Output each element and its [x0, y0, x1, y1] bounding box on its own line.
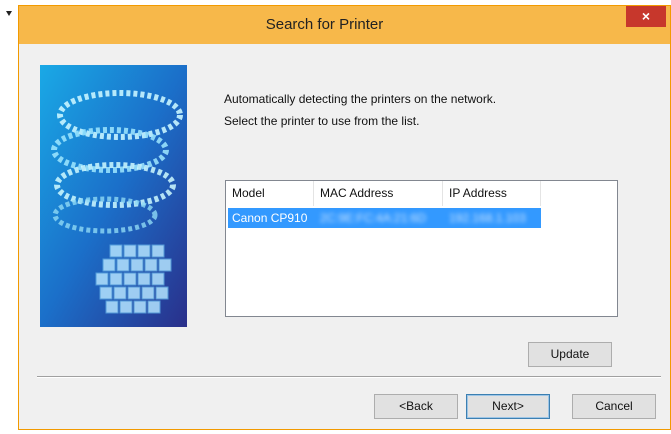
window-title: Search for Printer	[265, 16, 384, 33]
row-mac-address: 2C:9E:FC:4A:21:6D	[320, 211, 427, 225]
column-header-model[interactable]: Model	[226, 181, 314, 206]
row-model: Canon CP910	[232, 211, 308, 225]
search-printer-dialog: Search for Printer × Automatically detec…	[18, 5, 671, 430]
close-icon[interactable]: ×	[626, 6, 666, 27]
dialog-body: Automatically detecting the printers on …	[26, 44, 663, 422]
table-row[interactable]: Canon CP910 2C:9E:FC:4A:21:6D 192.168.1.…	[228, 208, 541, 228]
column-header-mac[interactable]: MAC Address	[314, 181, 443, 206]
update-button[interactable]: Update	[528, 342, 612, 367]
list-header: Model MAC Address IP Address	[226, 181, 617, 206]
divider	[37, 376, 661, 378]
title-bar[interactable]: Search for Printer ×	[19, 6, 670, 44]
instruction-line-1: Automatically detecting the printers on …	[224, 92, 497, 106]
back-button[interactable]: <Back	[374, 394, 458, 419]
row-ip-address: 192.168.1.103	[449, 211, 526, 225]
cancel-button[interactable]: Cancel	[572, 394, 656, 419]
cursor-arrow-icon	[6, 11, 12, 16]
instructions: Automatically detecting the printers on …	[224, 92, 496, 136]
column-header-ip[interactable]: IP Address	[443, 181, 541, 206]
next-button[interactable]: Next>	[466, 394, 550, 419]
canon-printer-banner-icon	[40, 65, 187, 327]
printer-list[interactable]: Model MAC Address IP Address Canon CP910…	[225, 180, 618, 317]
instruction-line-2: Select the printer to use from the list.	[224, 114, 420, 128]
